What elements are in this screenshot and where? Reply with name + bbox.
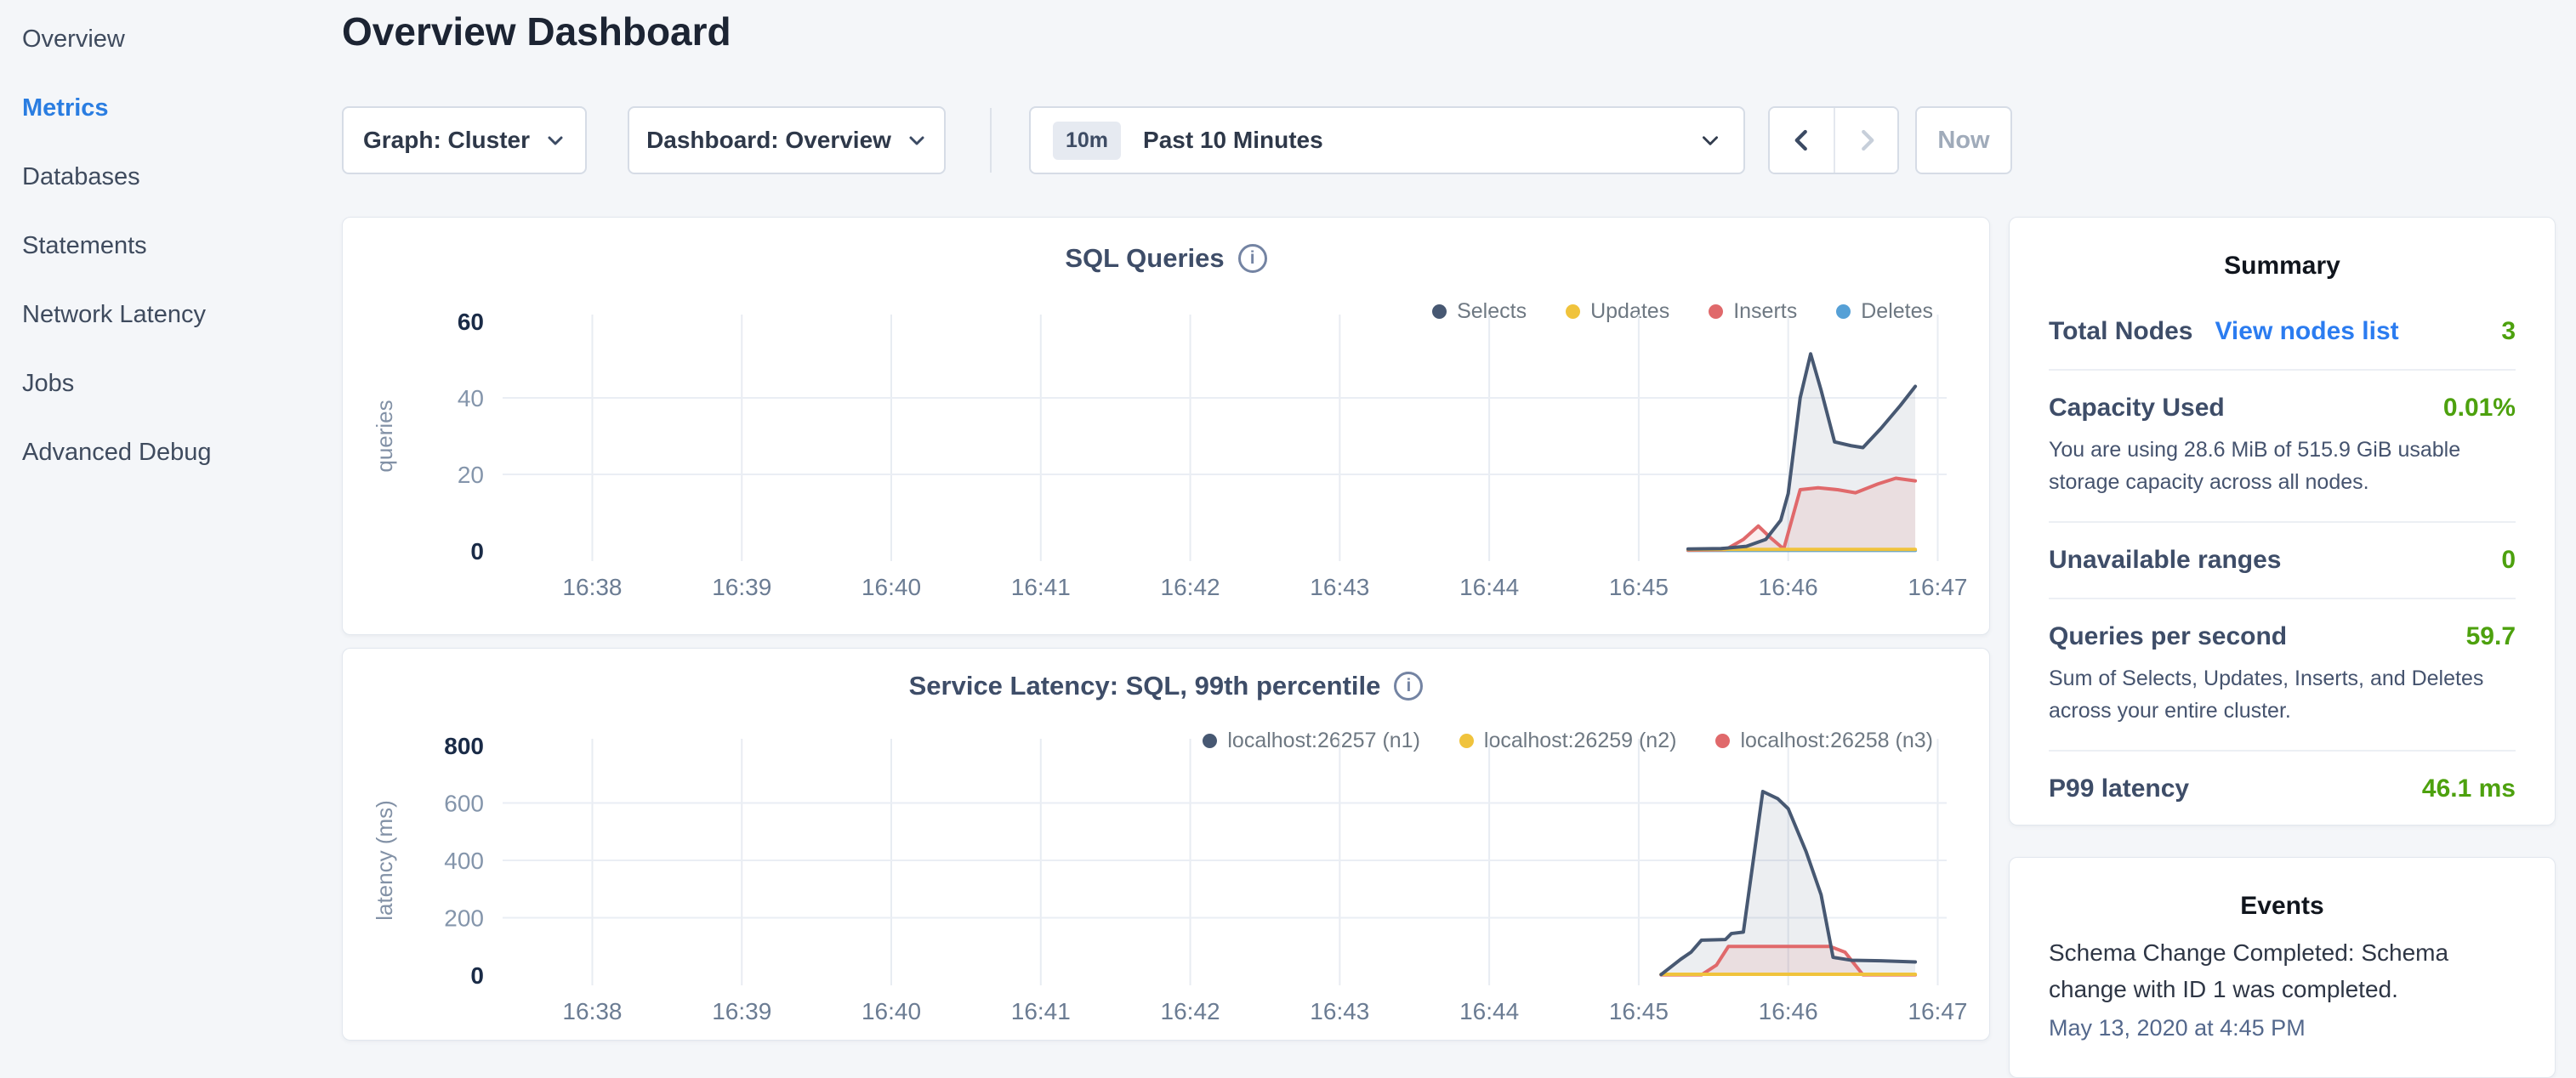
sidebar-item-jobs[interactable]: Jobs	[0, 349, 323, 418]
svg-text:16:45: 16:45	[1609, 998, 1669, 1024]
svg-text:16:40: 16:40	[862, 998, 921, 1024]
svg-text:16:38: 16:38	[562, 574, 622, 600]
service-latency-plot[interactable]: 16:38 16:39 16:40 16:41 16:42 16:43 16:44 16:45…	[358, 727, 1972, 1026]
svg-text:16:41: 16:41	[1011, 574, 1071, 600]
time-window-label: Past 10 Minutes	[1143, 127, 1323, 154]
unavailable-ranges-value: 0	[2501, 546, 2516, 575]
capacity-used-subtext: You are using 28.6 MiB of 515.9 GiB usab…	[2049, 434, 2516, 498]
chevron-right-icon	[1854, 126, 1879, 155]
svg-text:16:42: 16:42	[1161, 574, 1220, 600]
info-icon[interactable]: i	[1238, 244, 1267, 273]
time-backward-button[interactable]	[1770, 108, 1834, 173]
svg-text:16:47: 16:47	[1908, 998, 1967, 1024]
svg-text:16:42: 16:42	[1161, 998, 1220, 1024]
svg-text:16:40: 16:40	[862, 574, 921, 600]
summary-row-queries-per-second: Queries per second 59.7 Sum of Selects, …	[2049, 599, 2516, 752]
svg-text:60: 60	[458, 309, 484, 335]
queries-per-second-label: Queries per second	[2049, 622, 2287, 651]
unavailable-ranges-label: Unavailable ranges	[2049, 546, 2281, 575]
sidebar-item-databases[interactable]: Databases	[0, 143, 323, 212]
p99-latency-label: P99 latency	[2049, 774, 2189, 803]
dashboard-dropdown[interactable]: Dashboard: Overview	[628, 106, 946, 174]
time-window-badge: 10m	[1053, 122, 1121, 160]
svg-text:16:45: 16:45	[1609, 574, 1669, 600]
view-nodes-list-link[interactable]: View nodes list	[2215, 317, 2398, 346]
summary-row-unavailable-ranges: Unavailable ranges 0	[2049, 523, 2516, 599]
svg-text:800: 800	[444, 733, 484, 759]
sidebar-item-advanced-debug[interactable]: Advanced Debug	[0, 418, 323, 487]
time-forward-button[interactable]	[1834, 108, 1897, 173]
total-nodes-label: Total Nodes	[2049, 317, 2192, 346]
chart-title: Service Latency: SQL, 99th percentile	[909, 671, 1381, 701]
svg-text:20: 20	[458, 462, 484, 488]
time-window-selector[interactable]: 10m Past 10 Minutes	[1029, 106, 1745, 174]
svg-text:16:41: 16:41	[1011, 998, 1071, 1024]
graph-dropdown-label: Graph: Cluster	[363, 127, 530, 154]
sidebar-item-statements[interactable]: Statements	[0, 212, 323, 281]
controls-divider	[990, 108, 992, 173]
sql-queries-chart-card: SQL Queries i SelectsUpdatesInsertsDelet…	[342, 217, 1990, 635]
summary-row-capacity-used: Capacity Used 0.01% You are using 28.6 M…	[2049, 371, 2516, 523]
summary-row-p99-latency: P99 latency 46.1 ms	[2049, 752, 2516, 826]
svg-text:0: 0	[470, 962, 484, 989]
queries-per-second-value: 59.7	[2466, 622, 2516, 651]
total-nodes-value: 3	[2501, 317, 2516, 346]
summary-title: Summary	[2049, 252, 2516, 281]
svg-text:200: 200	[444, 905, 484, 932]
service-latency-chart-card: Service Latency: SQL, 99th percentile i …	[342, 648, 1990, 1041]
sidebar: Overview Metrics Databases Statements Ne…	[0, 0, 323, 487]
svg-text:16:46: 16:46	[1759, 574, 1818, 600]
svg-text:16:43: 16:43	[1310, 574, 1369, 600]
sidebar-item-network-latency[interactable]: Network Latency	[0, 281, 323, 349]
sidebar-item-metrics[interactable]: Metrics	[0, 74, 323, 143]
event-text: Schema Change Completed: Schema change w…	[2049, 934, 2516, 1008]
svg-text:16:44: 16:44	[1459, 574, 1519, 600]
svg-text:16:43: 16:43	[1310, 998, 1369, 1024]
summary-panel: Summary Total Nodes View nodes list 3 Ca…	[2009, 217, 2556, 826]
chart-svg: 16:38 16:39 16:40 16:41 16:42 16:43 16:44 16:45…	[358, 303, 1972, 602]
svg-text:queries: queries	[372, 400, 397, 472]
event-timestamp: May 13, 2020 at 4:45 PM	[2049, 1015, 2516, 1041]
svg-text:16:46: 16:46	[1759, 998, 1818, 1024]
graph-dropdown[interactable]: Graph: Cluster	[342, 106, 587, 174]
chevron-down-icon	[907, 130, 927, 150]
sidebar-item-overview[interactable]: Overview	[0, 5, 323, 74]
summary-row-total-nodes: Total Nodes View nodes list 3	[2049, 294, 2516, 371]
svg-text:400: 400	[444, 848, 484, 874]
events-panel: Events Schema Change Completed: Schema c…	[2009, 857, 2556, 1078]
sql-queries-plot[interactable]: 16:38 16:39 16:40 16:41 16:42 16:43 16:44 16:45…	[358, 303, 1972, 602]
svg-text:40: 40	[458, 385, 484, 411]
events-title: Events	[2049, 892, 2516, 921]
p99-latency-value: 46.1 ms	[2422, 774, 2516, 803]
chart-title: SQL Queries	[1065, 243, 1224, 274]
svg-text:600: 600	[444, 791, 484, 817]
chevron-down-icon	[545, 130, 566, 150]
capacity-used-value: 0.01%	[2443, 394, 2516, 423]
chart-svg: 16:38 16:39 16:40 16:41 16:42 16:43 16:44 16:45…	[358, 727, 1972, 1026]
event-list-item[interactable]: Schema Change Completed: Schema change w…	[2049, 934, 2516, 1041]
info-icon[interactable]: i	[1394, 672, 1423, 701]
dashboard-dropdown-label: Dashboard: Overview	[646, 127, 891, 154]
now-button[interactable]: Now	[1915, 106, 2012, 174]
chevron-left-icon	[1789, 126, 1815, 155]
svg-text:16:47: 16:47	[1908, 574, 1967, 600]
page-title: Overview Dashboard	[342, 9, 731, 54]
svg-text:16:38: 16:38	[562, 998, 622, 1024]
svg-text:16:39: 16:39	[712, 574, 771, 600]
chevron-down-icon	[1699, 129, 1721, 151]
capacity-used-label: Capacity Used	[2049, 394, 2225, 423]
svg-text:16:44: 16:44	[1459, 998, 1519, 1024]
svg-text:latency (ms): latency (ms)	[372, 800, 397, 921]
svg-text:0: 0	[470, 538, 484, 565]
queries-per-second-subtext: Sum of Selects, Updates, Inserts, and De…	[2049, 663, 2516, 727]
svg-text:16:39: 16:39	[712, 998, 771, 1024]
time-pager	[1768, 106, 1899, 174]
